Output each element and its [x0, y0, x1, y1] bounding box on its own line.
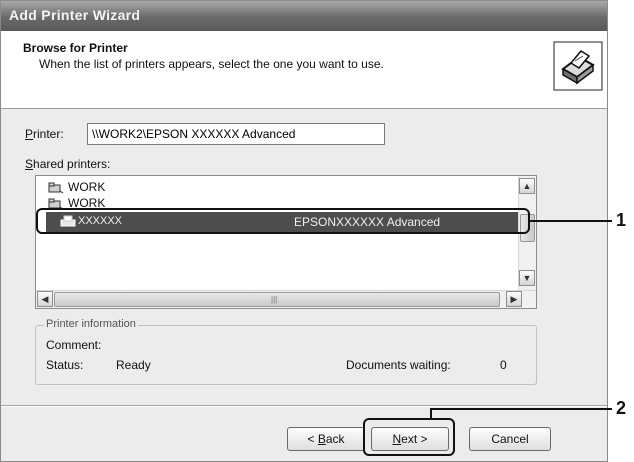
header-subtitle: When the list of printers appears, selec…: [39, 57, 384, 71]
printer-wizard-icon: [553, 41, 603, 91]
shared-printers-label: Shared printers:: [25, 157, 111, 171]
network-folder-icon: [48, 182, 64, 194]
callout-1-number: 1: [616, 210, 627, 230]
scroll-left-button[interactable]: ◀: [37, 291, 53, 307]
printer-information-group: Printer information Comment: Status: Rea…: [35, 318, 537, 385]
printer-information-legend: Printer information: [44, 318, 138, 330]
footer-separator: [1, 405, 607, 407]
callout-2-leader: [430, 408, 612, 410]
horizontal-scrollbar[interactable]: ◀ ||| ▶: [36, 290, 536, 308]
printer-path-input[interactable]: [87, 123, 385, 145]
wizard-header: Browse for Printer When the list of prin…: [1, 31, 607, 109]
window-title: Add Printer Wizard: [1, 1, 607, 31]
callout-1-leader: [530, 220, 612, 222]
scroll-right-button[interactable]: ▶: [506, 291, 522, 307]
list-item-label: WORK: [68, 180, 106, 194]
cancel-button[interactable]: Cancel: [469, 427, 551, 451]
status-label: Status:: [46, 358, 84, 372]
status-value: Ready: [116, 358, 151, 372]
scroll-up-button[interactable]: ▲: [519, 178, 535, 194]
shared-printers-list[interactable]: WORK WORK XXXXXX EPSONXXXXXX Advanced ▲ …: [35, 175, 537, 309]
documents-waiting-label: Documents waiting:: [346, 358, 451, 372]
callout-2-number: 2: [616, 398, 627, 418]
callout-1-outline: [36, 208, 530, 234]
scroll-down-button[interactable]: ▼: [519, 270, 535, 286]
back-button[interactable]: < Back: [287, 427, 365, 451]
callout-2-outline: [363, 418, 455, 456]
horizontal-scroll-thumb[interactable]: |||: [54, 292, 500, 307]
header-title: Browse for Printer: [23, 41, 128, 55]
list-item[interactable]: WORK: [48, 180, 105, 194]
documents-waiting-value: 0: [500, 358, 507, 372]
printer-label: Printer:: [25, 127, 64, 141]
callout-2-leader-vertical: [430, 408, 432, 419]
comment-label: Comment:: [46, 338, 102, 352]
